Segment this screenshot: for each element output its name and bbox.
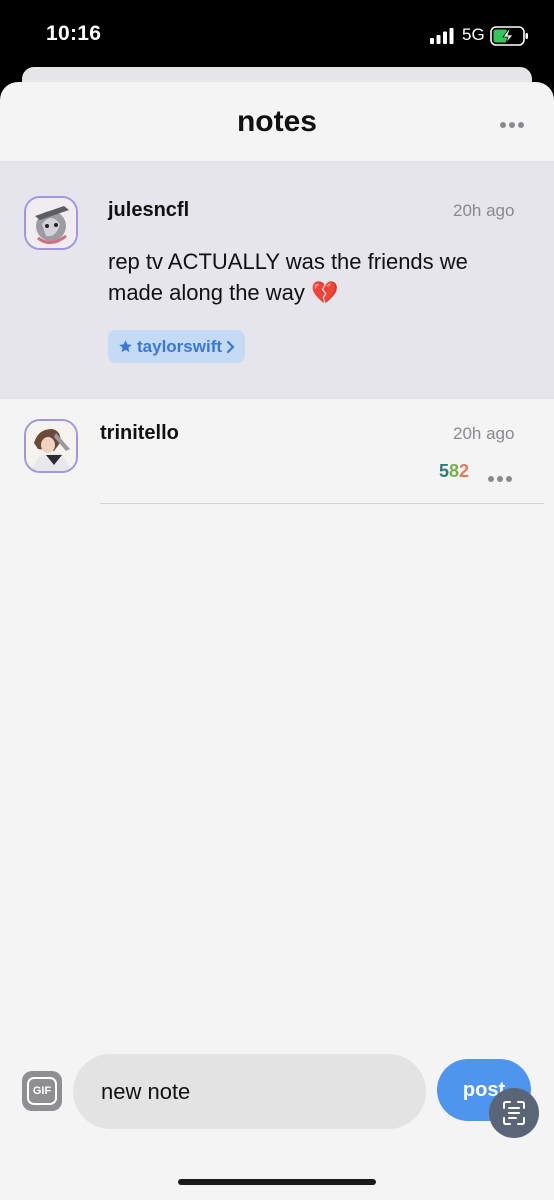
note-timestamp: 20h ago bbox=[453, 424, 515, 443]
status-time: 10:16 bbox=[46, 22, 102, 45]
count-digit: 8 bbox=[449, 461, 460, 481]
new-note-input[interactable] bbox=[73, 1054, 426, 1129]
gif-icon: GIF bbox=[27, 1077, 57, 1105]
note-username[interactable]: julesncfl bbox=[108, 199, 189, 222]
notes-sheet: notes julesncfl 20h ago rep tv ACTUALLY … bbox=[0, 82, 554, 1200]
gif-button[interactable]: GIF bbox=[22, 1071, 62, 1111]
tag-chip-taylorswift[interactable]: taylorswift bbox=[108, 330, 246, 363]
note-item-trinitello[interactable]: trinitello 20h ago 582 bbox=[0, 399, 554, 505]
network-type: 5G bbox=[462, 25, 485, 44]
divider bbox=[100, 503, 544, 504]
cellular-signal-icon bbox=[430, 28, 454, 44]
page-title: notes bbox=[236, 105, 317, 138]
reaction-count[interactable]: 582 bbox=[439, 461, 469, 482]
count-digit: 2 bbox=[459, 461, 470, 481]
note-item-julesncfl[interactable]: julesncfl 20h ago rep tv ACTUALLY was th… bbox=[0, 161, 554, 399]
note-text: rep tv ACTUALLY was the friends we made … bbox=[108, 249, 468, 305]
status-bar: 10:16 5G bbox=[0, 0, 554, 70]
text-scan-icon[interactable] bbox=[489, 1088, 539, 1138]
home-indicator bbox=[178, 1179, 376, 1185]
chevron-right-icon bbox=[226, 340, 235, 353]
note-username[interactable]: trinitello bbox=[100, 422, 179, 445]
count-digit: 5 bbox=[439, 461, 450, 481]
note-composer: GIF post bbox=[0, 1050, 554, 1140]
more-horizontal-icon[interactable] bbox=[488, 469, 520, 482]
avatar[interactable] bbox=[24, 419, 78, 473]
battery-charging-icon bbox=[490, 26, 528, 46]
avatar[interactable] bbox=[24, 196, 78, 250]
star-icon bbox=[119, 340, 132, 353]
more-options-icon[interactable] bbox=[500, 115, 532, 128]
tag-label: taylorswift bbox=[137, 336, 223, 356]
note-timestamp: 20h ago bbox=[453, 201, 515, 220]
